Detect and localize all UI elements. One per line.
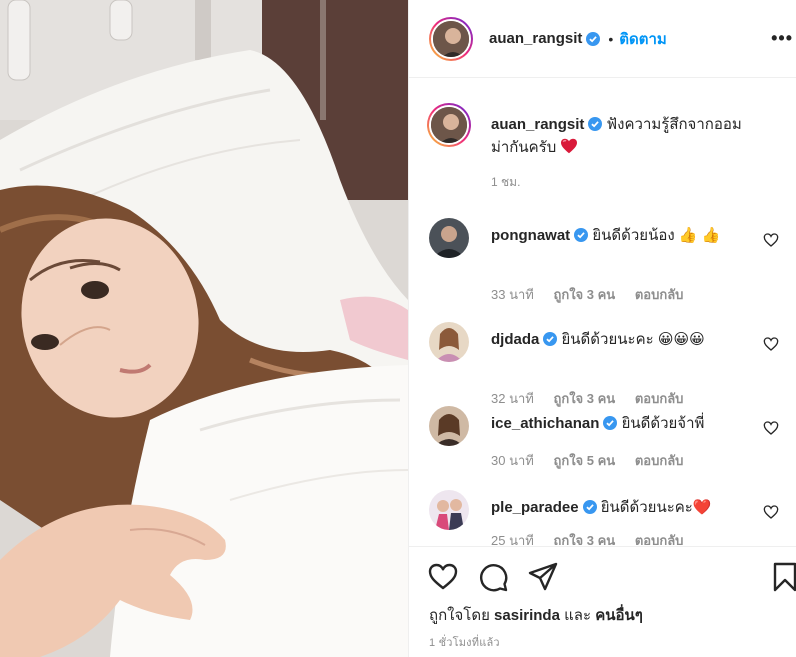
commenter-avatar[interactable] <box>429 322 469 362</box>
verified-badge-icon <box>574 228 589 242</box>
comment-text: pongnawat ยินดีด้วยน้อง 👍 👍 <box>491 224 736 247</box>
comment-meta: 25 นาที ถูกใจ 3 คน ตอบกลับ <box>491 530 699 545</box>
reply-button[interactable]: ตอบกลับ <box>635 391 684 406</box>
commenter-username[interactable]: ice_athichanan <box>491 415 599 432</box>
caption-line-2: ม่ากันครับ <box>491 139 557 156</box>
liked-by-user[interactable]: sasirinda <box>494 607 560 624</box>
comment-meta: 33 นาที ถูกใจ 3 คน ตอบกลับ <box>491 284 699 305</box>
reply-button[interactable]: ตอบกลับ <box>635 453 684 468</box>
verified-badge-icon <box>586 31 601 46</box>
caption-text: auan_rangsit ฟังความรู้สึกจากออม ม่ากันค… <box>491 113 781 159</box>
comment-emoji: 😀😀😀 <box>657 331 705 348</box>
verified-badge-icon <box>588 117 603 131</box>
comment-like-heart-icon[interactable] <box>763 420 779 436</box>
comment-time[interactable]: 30 นาที <box>491 453 534 468</box>
liked-by-others[interactable]: คนอื่นๆ <box>595 607 643 624</box>
verified-badge-icon <box>582 500 597 514</box>
more-options-icon[interactable]: ••• <box>771 28 793 49</box>
commenter-username[interactable]: ple_paradee <box>491 499 579 516</box>
follow-button[interactable]: ติดตาม <box>619 27 667 51</box>
caption-username[interactable]: auan_rangsit <box>491 116 584 133</box>
post-photo <box>0 0 408 657</box>
commenter-avatar[interactable] <box>429 406 469 446</box>
post-image <box>0 0 408 657</box>
comment-likes[interactable]: ถูกใจ 3 คน <box>553 533 615 545</box>
comment-like-heart-icon[interactable] <box>763 336 779 352</box>
comment-meta: 32 นาที ถูกใจ 3 คน ตอบกลับ <box>491 388 699 409</box>
comment-like-heart-icon[interactable] <box>763 504 779 520</box>
comment-time[interactable]: 33 นาที <box>491 287 534 302</box>
heart-emoji-icon <box>561 138 578 154</box>
post-timestamp[interactable]: 1 ชั่วโมงที่แล้ว <box>429 633 500 651</box>
author-username[interactable]: auan_rangsit <box>489 30 582 47</box>
liked-by-and: และ <box>564 607 592 624</box>
commenter-username[interactable]: djdada <box>491 331 539 348</box>
comment-message: ยินดีด้วยนะคะ <box>600 499 693 516</box>
separator-dot: • <box>608 30 614 47</box>
post-actions: ถูกใจโดย sasirinda และ คนอื่นๆ 1 ชั่วโมง… <box>409 546 796 657</box>
verified-badge-icon <box>543 332 558 346</box>
commenter-username[interactable]: pongnawat <box>491 227 570 244</box>
verified-badge-icon <box>603 416 618 430</box>
comment-likes[interactable]: ถูกใจ 5 คน <box>553 453 615 468</box>
comment-text: ice_athichanan ยินดีด้วยจ้าพี่ <box>491 412 736 435</box>
comment-time[interactable]: 32 นาที <box>491 391 534 406</box>
liked-by-prefix: ถูกใจโดย <box>429 607 490 624</box>
commenter-avatar[interactable] <box>429 218 469 258</box>
comment-message: ยินดีด้วยน้อง <box>592 227 675 244</box>
comment-time[interactable]: 25 นาที <box>491 533 534 545</box>
liked-by-summary: ถูกใจโดย sasirinda และ คนอื่นๆ <box>429 603 643 627</box>
heart-icon[interactable] <box>427 561 459 593</box>
comment-text: djdada ยินดีด้วยนะคะ 😀😀😀 <box>491 328 736 351</box>
share-icon[interactable] <box>527 561 559 593</box>
post-header: auan_rangsit • ติดตาม ••• <box>409 0 796 78</box>
reply-button[interactable]: ตอบกลับ <box>635 287 684 302</box>
comment-emoji: 👍 👍 <box>678 227 721 244</box>
caption-timestamp[interactable]: 1 ชม. <box>491 173 520 192</box>
author-avatar[interactable] <box>429 16 473 61</box>
reply-button[interactable]: ตอบกลับ <box>635 533 684 545</box>
caption-avatar[interactable] <box>427 103 471 147</box>
comment-emoji: ❤️ <box>692 499 712 516</box>
comment-likes[interactable]: ถูกใจ 3 คน <box>553 287 615 302</box>
bookmark-icon[interactable] <box>769 561 796 593</box>
caption-line-1: ฟังความรู้สึกจากออม <box>606 116 742 133</box>
comment-like-heart-icon[interactable] <box>763 232 779 248</box>
commenter-avatar[interactable] <box>429 490 469 530</box>
comment-message: ยินดีด้วยนะคะ <box>561 331 654 348</box>
comment-likes[interactable]: ถูกใจ 3 คน <box>553 391 615 406</box>
comment-list[interactable]: pongnawat ยินดีด้วยน้อง 👍 👍 33 นาที ถูกใ… <box>409 210 796 545</box>
comment-icon[interactable] <box>477 561 509 593</box>
comment-text: ple_paradee ยินดีด้วยนะคะ❤️ <box>491 496 736 519</box>
post-sidebar: auan_rangsit • ติดตาม ••• auan_rangsit ฟ… <box>408 0 796 657</box>
comment-message: ยินดีด้วยจ้าพี่ <box>621 415 705 432</box>
comment-meta: 30 นาที ถูกใจ 5 คน ตอบกลับ <box>491 450 699 471</box>
